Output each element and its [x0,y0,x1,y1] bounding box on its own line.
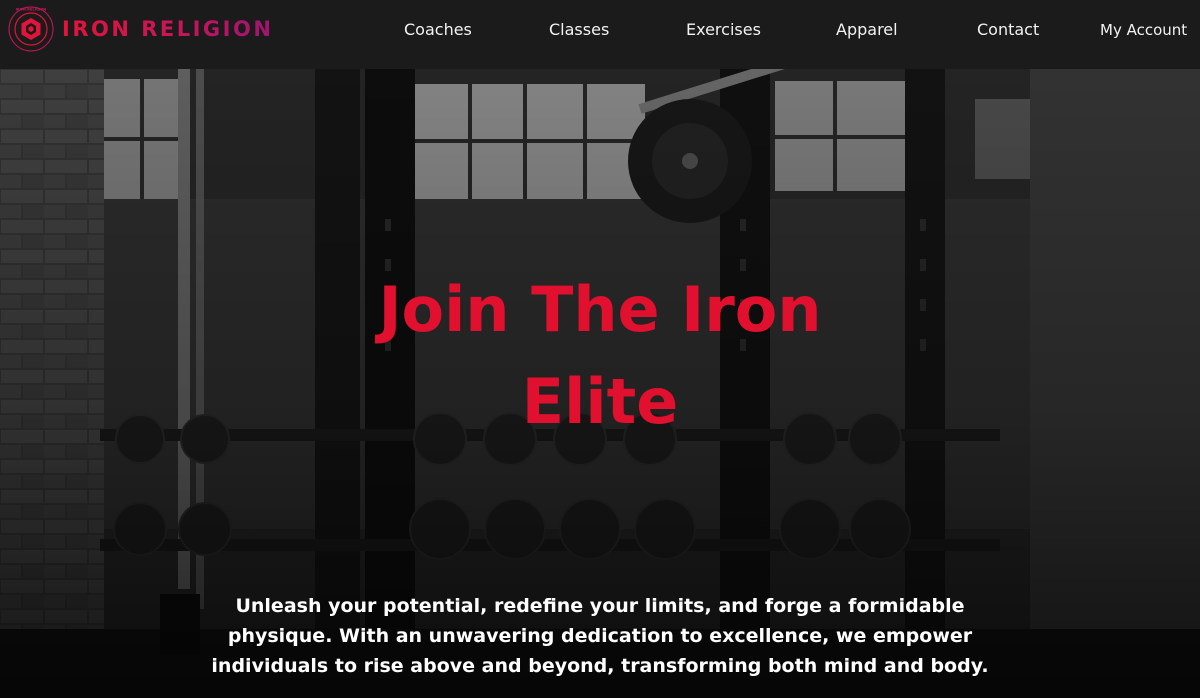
nav-link-contact[interactable]: Contact [977,20,1039,39]
emblem-ring-text: IRON RELIGION [16,8,47,12]
hero-headline: Join The Iron Elite [300,264,900,448]
brand-name: IRON RELIGION [62,17,274,41]
nav-link-exercises[interactable]: Exercises [686,20,761,39]
top-navbar: IRON RELIGION IRON RELIGION Coaches Clas… [0,0,1200,69]
hero-section: Join The Iron Elite Unleash your potenti… [0,69,1200,698]
brand-logo-link[interactable]: IRON RELIGION IRON RELIGION [6,6,273,52]
my-account-link[interactable]: My Account [1100,21,1187,39]
hero-headline-line-2: Elite [521,365,679,438]
nav-link-coaches[interactable]: Coaches [404,20,472,39]
nav-link-classes[interactable]: Classes [549,20,609,39]
hero-headline-line-1: Join The Iron [378,273,822,346]
hero-tagline: Unleash your potential, redefine your li… [211,595,989,677]
nav-link-apparel[interactable]: Apparel [836,20,898,39]
hexagon-emblem-icon: IRON RELIGION [8,6,54,52]
